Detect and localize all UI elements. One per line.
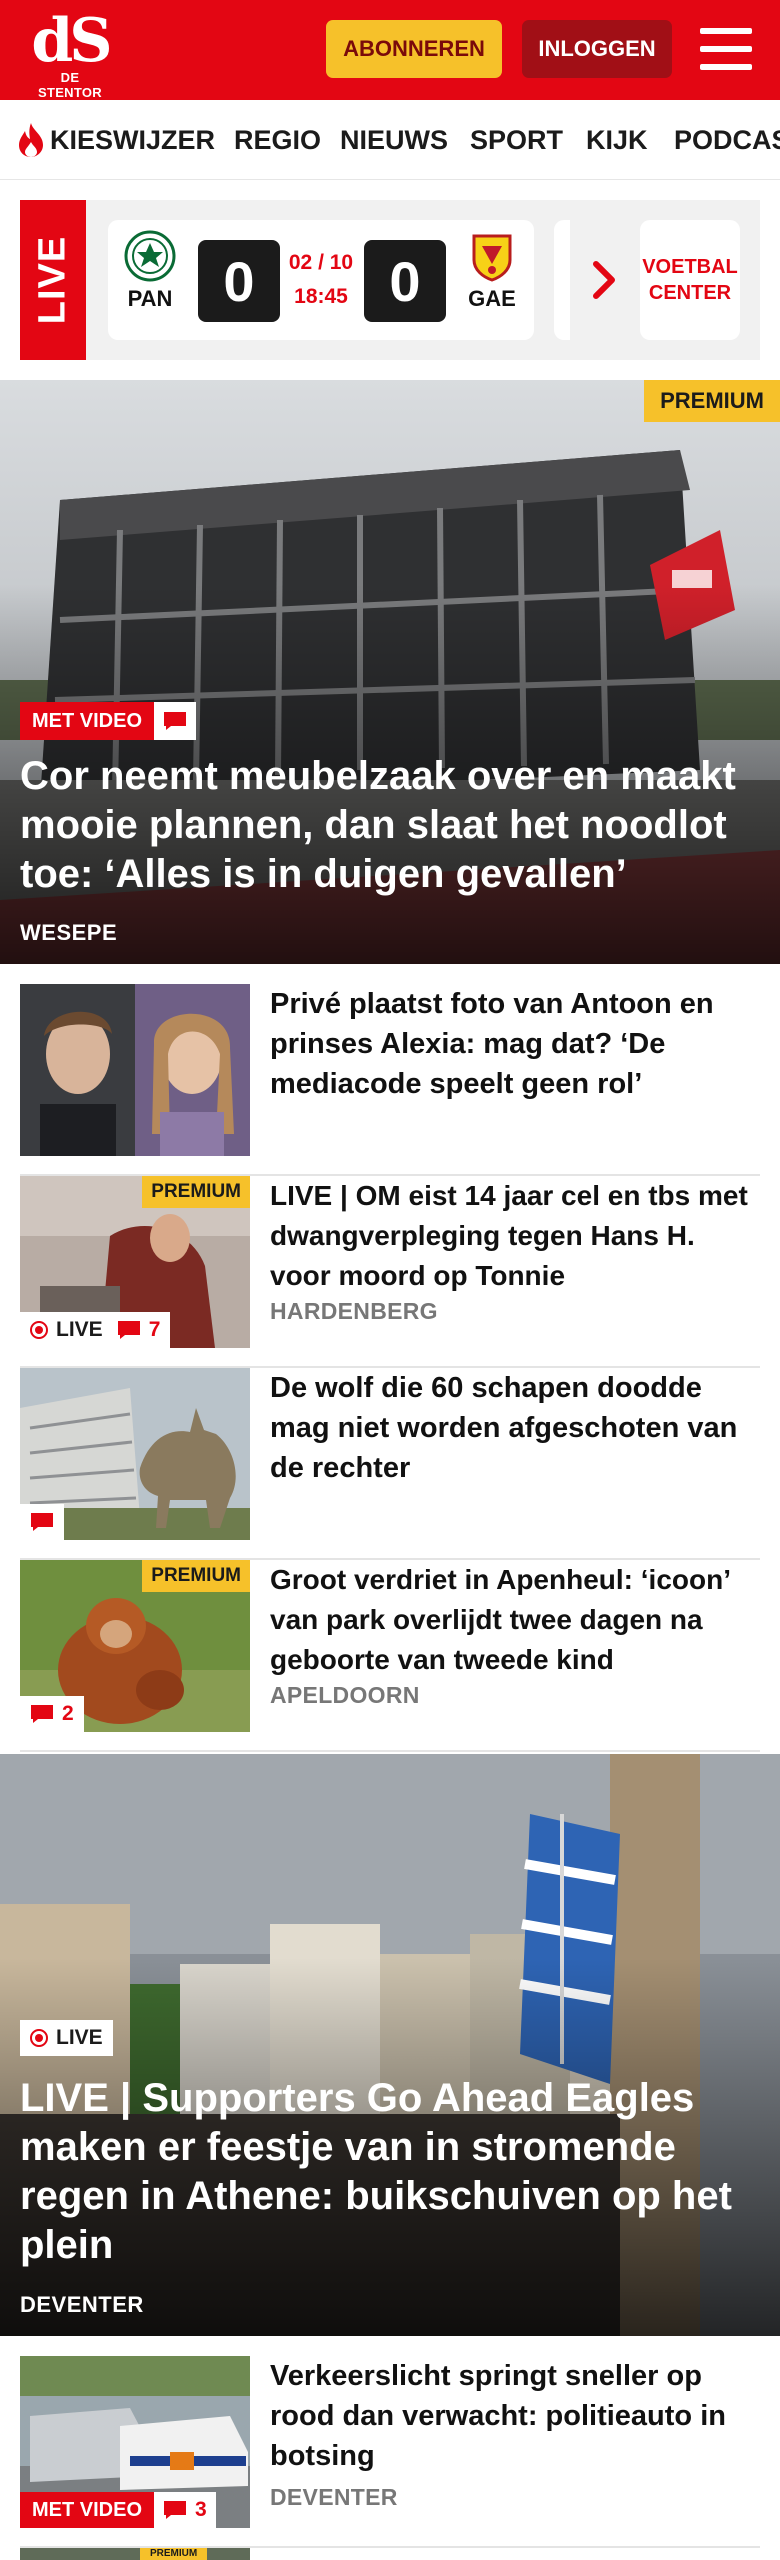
- match-datetime: 02 / 10 18:45: [278, 246, 364, 314]
- hamburger-menu-icon[interactable]: [700, 26, 752, 72]
- football-center-link[interactable]: VOETBAL CENTER: [640, 220, 740, 340]
- list-item[interactable]: De wolf die 60 schapen doodde mag niet w…: [20, 1368, 760, 1560]
- thumb-badges: LIVE 7: [20, 1312, 171, 1348]
- comment-count: 3: [154, 2492, 216, 2528]
- premium-tag: PREMIUM: [140, 2548, 208, 2560]
- hero-title[interactable]: Cor neemt meubelzaak over en maakt mooie…: [20, 752, 760, 899]
- video-badge: MET VIDEO: [20, 702, 197, 740]
- home-team: PAN: [120, 230, 180, 312]
- article-title[interactable]: LIVE | OM eist 14 jaar cel en tbs met dw…: [270, 1176, 760, 1296]
- premium-tag: PREMIUM: [644, 380, 780, 422]
- list-item[interactable]: PREMIUM 2 Groot verdriet in Apenheul: ‘i…: [20, 1560, 760, 1752]
- comment-count-value: 3: [195, 2498, 207, 2521]
- hero-location: WESEPE: [20, 920, 118, 945]
- article-thumbnail: [20, 984, 250, 1156]
- comment-icon: [117, 1321, 140, 1339]
- nav-item-sport[interactable]: SPORT: [470, 100, 563, 179]
- live-tab-label: LIVE: [31, 235, 74, 325]
- top-bar: dS DE STENTOR ABONNEREN INLOGGEN: [0, 0, 780, 100]
- list-item[interactable]: MET VIDEO 3 Verkeerslicht springt snelle…: [20, 2356, 760, 2548]
- article-title[interactable]: Privé plaatst foto van Antoon en prinses…: [270, 984, 760, 1104]
- logo-name: DE STENTOR: [38, 70, 102, 100]
- article-thumbnail: MET VIDEO 3: [20, 2356, 250, 2528]
- comment-count: 2: [30, 1702, 74, 1726]
- article-title[interactable]: Groot verdriet in Apenheul: ‘icoon’ van …: [270, 1560, 760, 1680]
- comment-icon: [31, 1705, 53, 1723]
- article-thumbnail: PREMIUM 2: [20, 1560, 250, 1732]
- article-location: DEVENTER: [270, 2484, 398, 2510]
- comment-icon: [154, 702, 197, 740]
- panathinaikos-crest-icon: [124, 230, 176, 282]
- video-badge-label: MET VIDEO: [20, 702, 155, 740]
- list-item[interactable]: Privé plaatst foto van Antoon en prinses…: [20, 984, 760, 1176]
- article-thumbnail: [20, 1368, 250, 1540]
- article-thumbnail: PREMIUM LIVE 7: [20, 1176, 250, 1348]
- chevron-right-icon[interactable]: [588, 256, 620, 304]
- comment-count-value: 2: [62, 1702, 74, 1725]
- live-indicator-label: LIVE: [56, 1318, 103, 1341]
- nav-item-regio[interactable]: REGIO: [234, 100, 321, 179]
- match-time: 18:45: [294, 285, 348, 308]
- away-team: GAE: [462, 230, 522, 312]
- live-indicator: LIVE: [30, 1318, 103, 1342]
- article-location: APELDOORN: [270, 1682, 420, 1708]
- nav-item-podcast[interactable]: PODCAST: [674, 100, 780, 179]
- premium-tag: PREMIUM: [142, 1560, 250, 1592]
- subscribe-button[interactable]: ABONNEREN: [326, 20, 502, 78]
- home-score: 0: [198, 240, 280, 322]
- nav-item-nieuws[interactable]: NIEUWS: [340, 100, 448, 179]
- article-location: HARDENBERG: [270, 1298, 438, 1324]
- nav-item-kijk[interactable]: KIJK: [586, 100, 648, 179]
- next-article-thumbnail-peek[interactable]: PREMIUM: [20, 2548, 250, 2560]
- match-date: 02 / 10: [288, 251, 354, 274]
- list-item[interactable]: PREMIUM LIVE 7 LIVE | OM eist 14 jaar ce…: [20, 1176, 760, 1368]
- live-dot-icon: [30, 1321, 48, 1339]
- login-button[interactable]: INLOGGEN: [522, 20, 672, 78]
- comment-count: 7: [117, 1318, 161, 1342]
- logo[interactable]: dS DE STENTOR: [30, 6, 112, 100]
- live-dot-icon: [30, 2029, 48, 2047]
- thumb-badges: 2: [20, 1696, 84, 1732]
- live-scores-strip: LIVE PAN 0 02 / 10 18:45 0 GAE VOETBAL C…: [20, 200, 760, 360]
- away-score: 0: [364, 240, 446, 322]
- live-indicator-label: LIVE: [56, 2026, 103, 2049]
- go-ahead-eagles-crest-icon: [472, 234, 512, 282]
- match-card[interactable]: PAN 0 02 / 10 18:45 0 GAE: [108, 220, 534, 340]
- premium-tag: PREMIUM: [142, 1176, 250, 1208]
- article-title[interactable]: De wolf die 60 schapen doodde mag niet w…: [270, 1368, 760, 1488]
- live-tab[interactable]: LIVE: [20, 200, 86, 360]
- hero-article-meubelzaak[interactable]: PREMIUM MET VIDEO Cor neemt meubelzaak o…: [0, 380, 780, 964]
- flame-icon: [19, 123, 43, 157]
- hero-title[interactable]: LIVE | Supporters Go Ahead Eagles maken …: [20, 2074, 760, 2270]
- hero-article-go-ahead-eagles[interactable]: LIVE LIVE | Supporters Go Ahead Eagles m…: [0, 1754, 780, 2336]
- home-team-abbr: PAN: [127, 286, 173, 311]
- away-team-abbr: GAE: [468, 286, 516, 311]
- thumb-badges: [20, 1504, 64, 1540]
- article-title[interactable]: Verkeerslicht springt sneller op rood da…: [270, 2356, 760, 2476]
- video-badge: MET VIDEO 3: [20, 2492, 216, 2528]
- hero-location: DEVENTER: [20, 2292, 144, 2317]
- comment-count-value: 7: [148, 1318, 161, 1341]
- logo-mark: dS: [31, 6, 112, 76]
- live-indicator: LIVE: [20, 2020, 113, 2056]
- comment-icon: [164, 2501, 187, 2519]
- nav-item-kieswijzer[interactable]: KIESWIJZER: [50, 100, 215, 179]
- video-badge-label: MET VIDEO: [20, 2492, 155, 2528]
- comment-count: [30, 1512, 54, 1532]
- comment-icon: [31, 1513, 53, 1531]
- main-nav: KIESWIJZER REGIO NIEUWS SPORT KIJK PODCA…: [0, 100, 780, 180]
- next-match-card-edge[interactable]: [554, 220, 570, 340]
